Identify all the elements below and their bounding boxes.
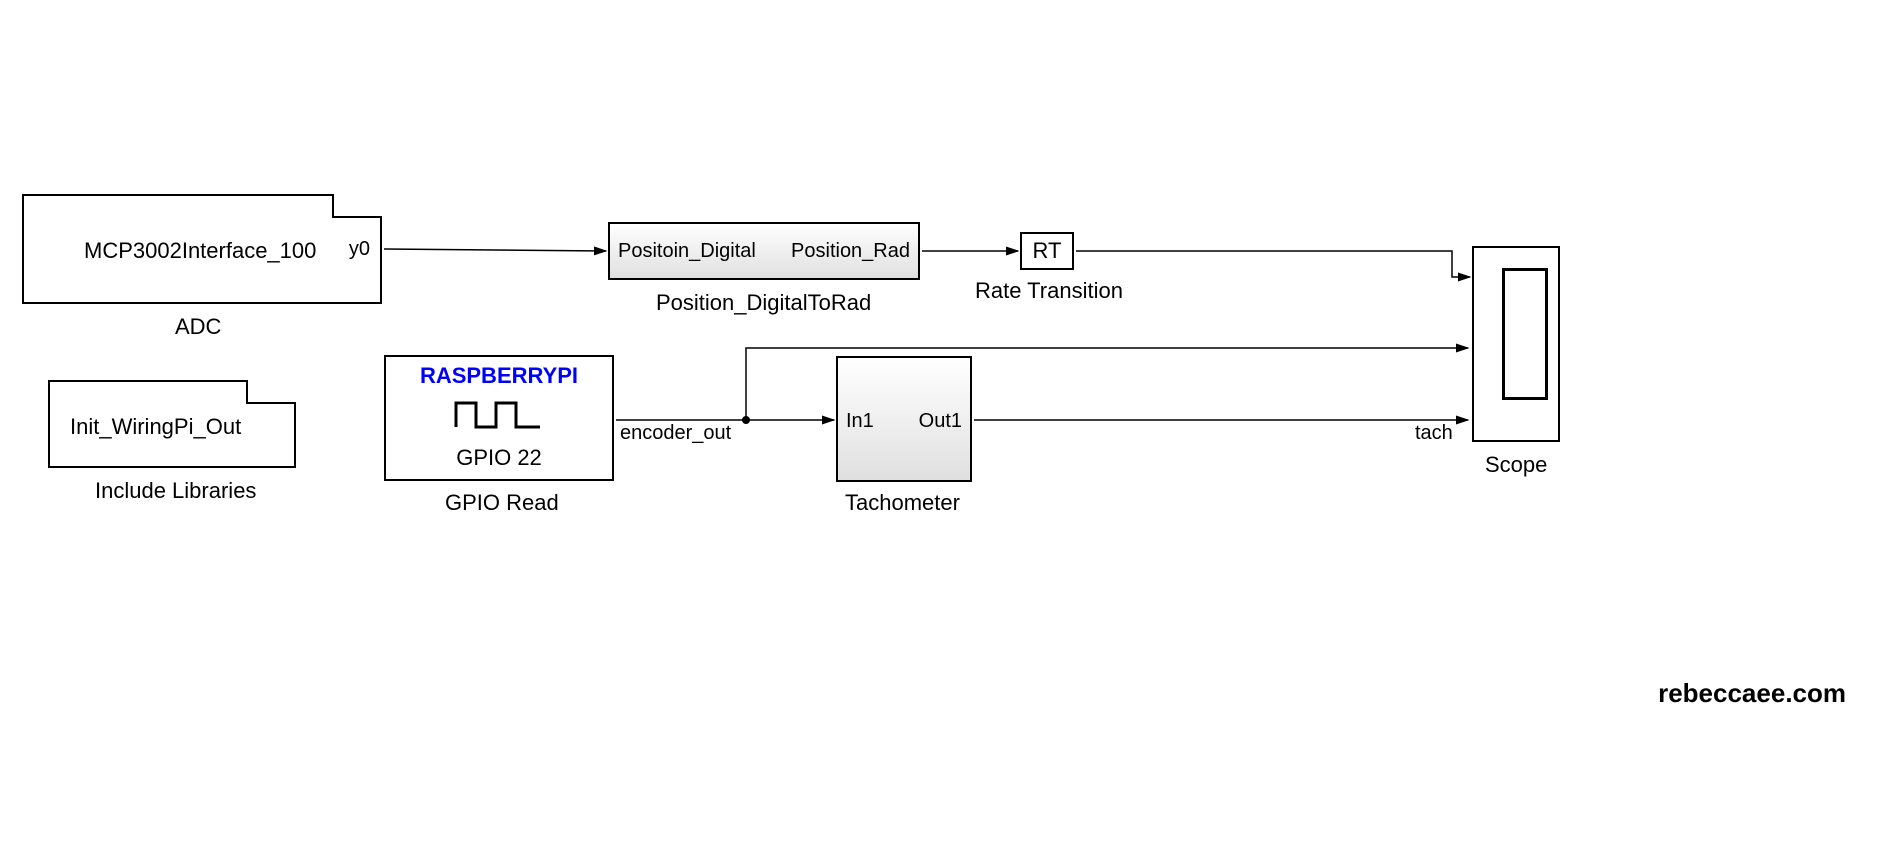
block-adc[interactable]: MCP3002Interface_100 y0 bbox=[22, 194, 382, 304]
dogear-icon bbox=[246, 380, 296, 404]
block-scope[interactable] bbox=[1472, 246, 1560, 442]
d2r-label: Position_DigitalToRad bbox=[656, 290, 871, 316]
rt-label: Rate Transition bbox=[975, 278, 1123, 304]
include-inner-text: Init_WiringPi_Out bbox=[70, 414, 241, 440]
adc-label: ADC bbox=[175, 314, 221, 340]
signal-encoder-out: encoder_out bbox=[620, 422, 731, 445]
signal-tach: tach bbox=[1415, 422, 1453, 445]
junction-dot bbox=[742, 416, 750, 424]
tach-port-in: In1 bbox=[846, 410, 874, 433]
rt-inner: RT bbox=[1033, 238, 1062, 264]
gpio-rpi-label: RASPBERRYPI bbox=[386, 363, 612, 389]
gpio-label: GPIO Read bbox=[445, 490, 559, 516]
adc-inner-text: MCP3002Interface_100 bbox=[84, 238, 316, 264]
dogear-icon bbox=[332, 194, 382, 218]
block-tachometer[interactable]: In1 Out1 bbox=[836, 356, 972, 482]
scope-label: Scope bbox=[1485, 452, 1547, 478]
scope-screen bbox=[1502, 268, 1548, 400]
adc-port-y0: y0 bbox=[349, 238, 370, 261]
pulse-icon bbox=[386, 397, 612, 431]
tach-port-out: Out1 bbox=[919, 410, 962, 433]
block-position-d2r[interactable]: Positoin_Digital Position_Rad bbox=[608, 222, 920, 280]
block-gpio-read[interactable]: RASPBERRYPI GPIO 22 bbox=[384, 355, 614, 481]
d2r-port-in: Positoin_Digital bbox=[618, 240, 756, 263]
gpio-pin: GPIO 22 bbox=[386, 445, 612, 471]
d2r-port-out: Position_Rad bbox=[791, 240, 910, 263]
tach-label: Tachometer bbox=[845, 490, 960, 516]
watermark: rebeccaee.com bbox=[1658, 678, 1846, 709]
simulink-canvas: MCP3002Interface_100 y0 ADC Init_WiringP… bbox=[0, 0, 1886, 859]
block-include-libraries[interactable]: Init_WiringPi_Out bbox=[48, 380, 296, 468]
include-label: Include Libraries bbox=[95, 478, 256, 504]
block-rate-transition[interactable]: RT bbox=[1020, 232, 1074, 270]
